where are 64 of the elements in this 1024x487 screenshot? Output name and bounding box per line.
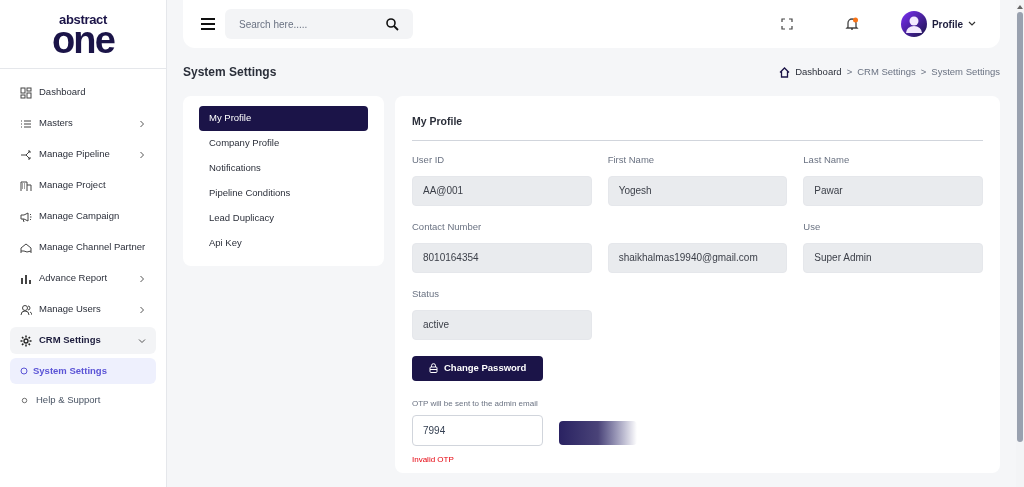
input-field[interactable]: Yogesh: [607, 175, 788, 206]
otp-note: OTP will be sent to the admin email: [412, 397, 539, 410]
avatar-icon: [900, 11, 927, 37]
error-message: Invalid OTP: [412, 453, 455, 466]
otp-field[interactable]: 7994: [412, 414, 543, 446]
sidebar-item[interactable]: Manage Channel Partner: [10, 234, 156, 261]
field-label: First Name: [607, 152, 656, 165]
field-label: Contact Number: [412, 219, 483, 232]
scroll-up-icon[interactable]: [1017, 4, 1023, 10]
settings-tab[interactable]: Pipeline Conditions: [199, 181, 368, 206]
sidebar-item[interactable]: Help & Support: [10, 386, 156, 415]
sidebar-item[interactable]: Manage Users: [10, 296, 156, 323]
settings-tab[interactable]: Lead Duplicacy: [199, 206, 368, 231]
list-icon: [20, 117, 32, 130]
settings-tab[interactable]: Notifications: [199, 156, 368, 181]
circle-icon: [20, 396, 29, 405]
breadcrumb-separator: >: [846, 64, 853, 79]
input-field[interactable]: active: [412, 309, 592, 340]
change-password-button[interactable]: Change Password: [412, 355, 544, 381]
input-field[interactable]: shaikhalmas19940@gmail.com: [607, 242, 788, 273]
lock-icon: [429, 363, 438, 374]
sidebar-item[interactable]: CRM Settings: [10, 327, 156, 354]
building-icon: [20, 179, 32, 192]
field-label: Last Name: [803, 152, 851, 165]
settings-icon: [20, 334, 32, 347]
search-icon[interactable]: [386, 17, 399, 31]
scroll-thumb[interactable]: [1017, 12, 1023, 442]
settings-tab[interactable]: Api Key: [199, 231, 368, 256]
sidebar-item[interactable]: Manage Campaign: [10, 203, 156, 230]
chevron-down-icon: [968, 21, 976, 27]
users-icon: [20, 303, 32, 316]
search-input: Search here.....: [239, 16, 369, 32]
breadcrumb-link[interactable]: CRM Settings: [857, 64, 916, 80]
circle-icon: [20, 367, 28, 375]
field-label: User ID: [412, 152, 446, 165]
sidebar-item[interactable]: Masters: [10, 110, 156, 137]
search-field[interactable]: Search here.....: [225, 9, 413, 39]
bar-chart-icon: [20, 272, 32, 285]
sidebar-subitem[interactable]: System Settings: [10, 358, 156, 384]
field-label: Use: [803, 219, 822, 232]
sidebar-item[interactable]: Manage Project: [10, 172, 156, 199]
breadcrumb-separator: >: [920, 64, 927, 79]
settings-tab[interactable]: My Profile: [199, 106, 368, 131]
menu-icon[interactable]: [201, 18, 215, 30]
profile-button[interactable]: Profile: [900, 11, 976, 37]
grid-icon: [20, 86, 32, 99]
bell-icon[interactable]: [844, 17, 859, 31]
input-field[interactable]: 8010164354: [412, 242, 592, 273]
sidebar-item[interactable]: Manage Pipeline: [10, 141, 156, 168]
home-icon: [779, 66, 791, 78]
settings-tab[interactable]: Company Profile: [199, 131, 368, 156]
input-field[interactable]: Pawar: [803, 175, 983, 206]
page-title: System Settings: [183, 64, 277, 81]
input-field[interactable]: Super Admin: [803, 242, 983, 273]
breadcrumb-link[interactable]: Dashboard: [795, 64, 842, 80]
branch-icon: [20, 148, 32, 161]
input-field[interactable]: AA@001: [412, 175, 592, 206]
verify-button[interactable]: [559, 420, 637, 445]
field-label: Status: [412, 286, 440, 299]
megaphone-icon: [20, 210, 32, 223]
fullscreen-icon[interactable]: [780, 18, 793, 30]
card-title: My Profile: [412, 114, 983, 141]
sidebar-item[interactable]: Dashboard: [10, 79, 156, 106]
sidebar-item[interactable]: Advance Report: [10, 265, 156, 292]
